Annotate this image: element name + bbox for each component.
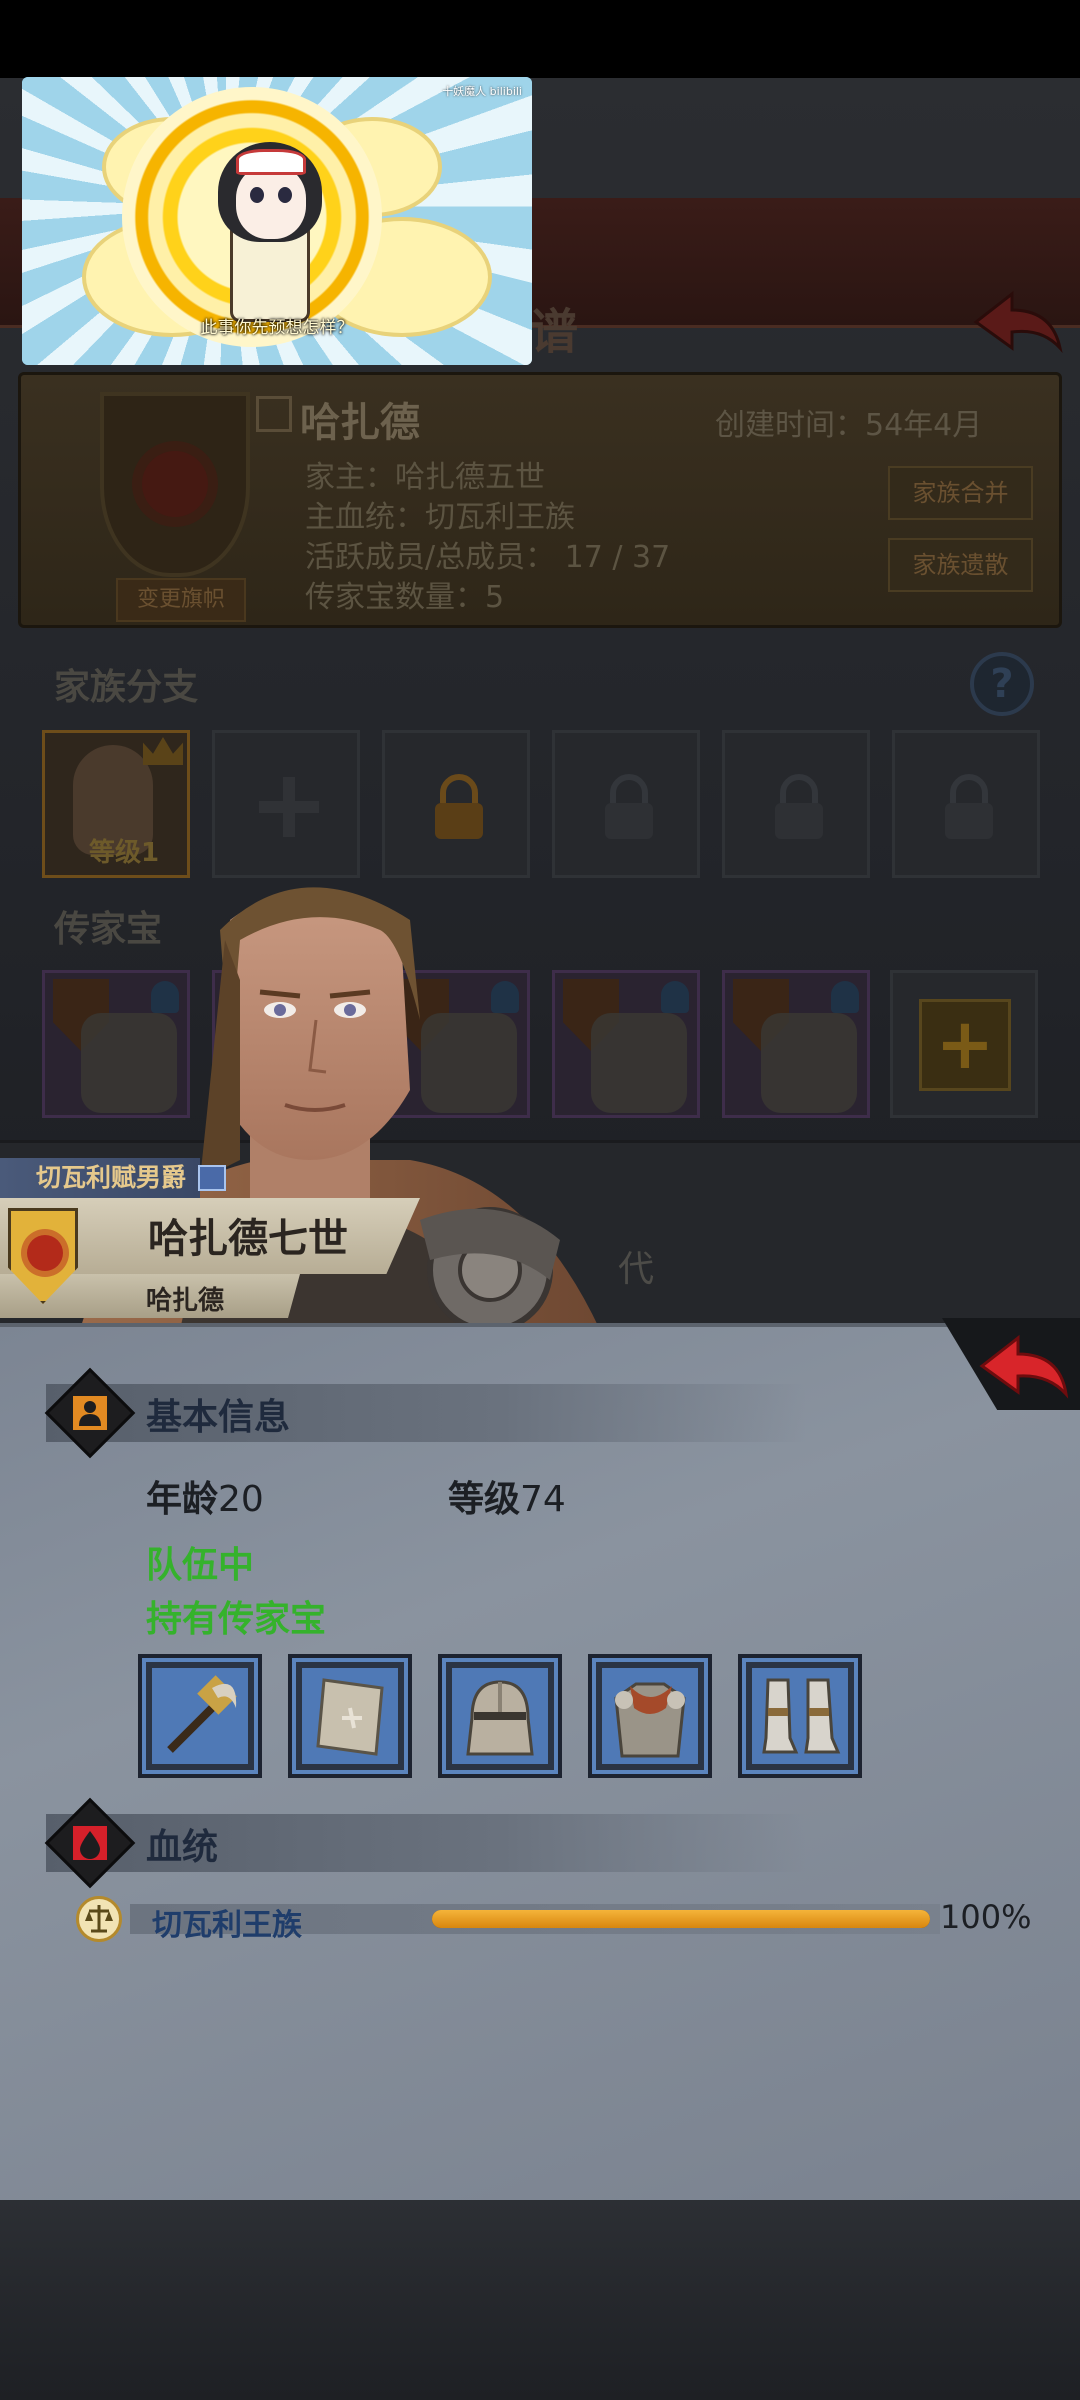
greaves-icon	[752, 1668, 848, 1764]
edit-icon	[256, 396, 292, 432]
branch-slot-member: 等级1	[42, 730, 190, 878]
bloodline-percent: 100%	[940, 1898, 1032, 1936]
branch-slot-locked	[892, 730, 1040, 878]
level-stat: 等级74	[448, 1479, 566, 1520]
branch-slot-empty	[212, 730, 360, 878]
lock-icon	[605, 774, 653, 839]
cartoon-girl-face	[236, 165, 306, 239]
bottom-area	[0, 2200, 1080, 2400]
branch-slot-locked	[722, 730, 870, 878]
change-banner-button: 变更旗帜	[116, 578, 246, 622]
sun-emblem-icon	[142, 451, 208, 517]
lock-icon	[435, 774, 483, 839]
background-back-arrow-icon	[973, 290, 1063, 354]
noble-rank-icon	[198, 1165, 226, 1191]
video-overlay[interactable]: 十妖魔人 bilibili 此事你先预想怎样？	[22, 77, 532, 365]
family-banner	[100, 392, 250, 577]
helmet-icon	[452, 1668, 548, 1764]
basic-info-heading: 基本信息	[146, 1397, 291, 1438]
heirloom-item	[761, 1013, 857, 1113]
owner-icon	[831, 981, 859, 1013]
heirloom-slot	[722, 970, 870, 1118]
equipment-slot-boots[interactable]	[738, 1654, 862, 1778]
scales-glyph	[85, 1905, 113, 1933]
character-name: 哈扎德七世	[148, 1216, 348, 1262]
created-time: 创建时间：54年4月	[715, 408, 983, 443]
family-heirloom-count: 传家宝数量：5	[305, 580, 505, 615]
video-watermark: 十妖魔人 bilibili	[442, 85, 522, 98]
bloodline-progress-fill	[432, 1910, 930, 1928]
character-family: 哈扎德	[146, 1286, 225, 1316]
owner-icon	[661, 981, 689, 1013]
chainmail-armor-icon	[602, 1668, 698, 1764]
character-title-tag: 切瓦利赋男爵	[0, 1158, 201, 1198]
equipment-slot-shield[interactable]	[288, 1654, 412, 1778]
cartoon-eye	[250, 187, 264, 203]
equipment-slot-armor[interactable]	[588, 1654, 712, 1778]
family-head: 家主：哈扎德五世	[305, 460, 545, 495]
lock-icon	[775, 774, 823, 839]
person-icon	[73, 1396, 107, 1430]
family-title: 谱	[530, 304, 579, 360]
plus-icon: +	[919, 999, 1011, 1091]
cartoon-hat	[236, 149, 306, 175]
back-arrow-icon	[979, 1334, 1069, 1399]
add-heirloom-slot: +	[890, 970, 1038, 1118]
blood-drop-icon	[73, 1826, 107, 1860]
status-in-team: 队伍中	[146, 1545, 255, 1586]
equipment-slot-weapon[interactable]	[138, 1654, 262, 1778]
equipment-slot-helmet[interactable]	[438, 1654, 562, 1778]
crown-icon	[143, 737, 183, 765]
status-has-heirloom: 持有传家宝	[146, 1599, 327, 1640]
family-members-count: 活跃成员/总成员： 17 / 37	[305, 540, 671, 575]
family-merge-button: 家族合并	[888, 466, 1033, 520]
shield-icon	[302, 1668, 398, 1764]
family-disband-button: 家族遗散	[888, 538, 1033, 592]
cross-emblem-icon	[259, 777, 319, 837]
scales-icon	[76, 1896, 122, 1942]
help-icon: ?	[970, 652, 1034, 716]
branches-heading: 家族分支	[54, 667, 199, 708]
sun-emblem-icon	[27, 1235, 63, 1271]
lock-icon	[945, 774, 993, 839]
video-subtitle: 此事你先预想怎样？	[200, 318, 354, 338]
family-name: 哈扎德	[300, 400, 420, 446]
game-screen: 谱 变更旗帜 哈扎德 创建时间：54年4月 家主：哈扎德五世 主血统：切瓦利王族…	[0, 0, 1080, 2400]
branch-slot-locked	[552, 730, 700, 878]
cartoon-eye	[278, 187, 292, 203]
branch-slot-locked	[382, 730, 530, 878]
family-main-bloodline: 主血统：切瓦利王族	[305, 500, 575, 535]
age-stat: 年龄20	[146, 1479, 264, 1520]
war-hammer-icon	[152, 1668, 248, 1764]
bloodline-heading: 血统	[146, 1827, 219, 1868]
bloodline-name: 切瓦利王族	[152, 1908, 302, 1943]
